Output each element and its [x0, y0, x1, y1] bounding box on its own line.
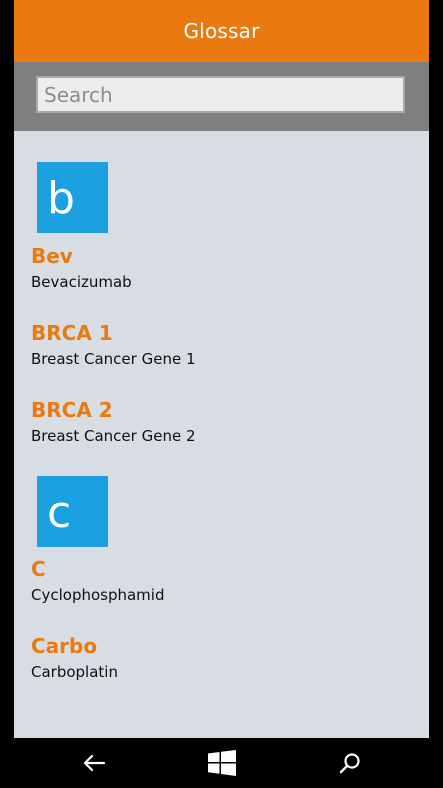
entry-description: Carboplatin — [31, 663, 118, 681]
search-bar — [14, 62, 429, 131]
glossary-entry[interactable]: BRCA 1 Breast Cancer Gene 1 — [31, 321, 196, 369]
search-icon — [339, 753, 360, 774]
search-button[interactable] — [320, 738, 380, 788]
glossary-app: Glossar b Bev Bevacizumab BRCA 1 Breast … — [14, 0, 429, 738]
back-button[interactable] — [64, 738, 124, 788]
start-button[interactable] — [192, 738, 252, 788]
entry-description: Cyclophosphamid — [31, 586, 165, 604]
glossary-entry[interactable]: BRCA 2 Breast Cancer Gene 2 — [31, 398, 196, 446]
entry-term: Carbo — [31, 634, 98, 658]
entry-term: BRCA 1 — [31, 321, 113, 345]
group-letter: c — [47, 487, 72, 538]
entry-term: Bev — [31, 244, 73, 268]
entry-description: Bevacizumab — [31, 273, 132, 291]
group-letter: b — [47, 173, 75, 224]
back-arrow-icon — [83, 754, 106, 772]
title-bar: Glossar — [14, 0, 429, 62]
group-header-tile[interactable]: b — [37, 162, 108, 233]
phone-screen: Glossar b Bev Bevacizumab BRCA 1 Breast … — [0, 0, 443, 788]
windows-start-icon — [208, 750, 236, 776]
glossary-entry[interactable]: Bev Bevacizumab — [31, 244, 132, 292]
entry-description: Breast Cancer Gene 2 — [31, 427, 196, 445]
search-input[interactable] — [36, 76, 405, 113]
entry-term: C — [31, 557, 46, 581]
page-title: Glossar — [183, 19, 260, 43]
glossary-entry[interactable]: Carbo Carboplatin — [31, 634, 118, 682]
entry-term: BRCA 2 — [31, 398, 113, 422]
group-header-tile[interactable]: c — [37, 476, 108, 547]
entry-description: Breast Cancer Gene 1 — [31, 350, 196, 368]
glossary-entry[interactable]: C Cyclophosphamid — [31, 557, 164, 605]
system-nav-bar — [0, 738, 443, 788]
